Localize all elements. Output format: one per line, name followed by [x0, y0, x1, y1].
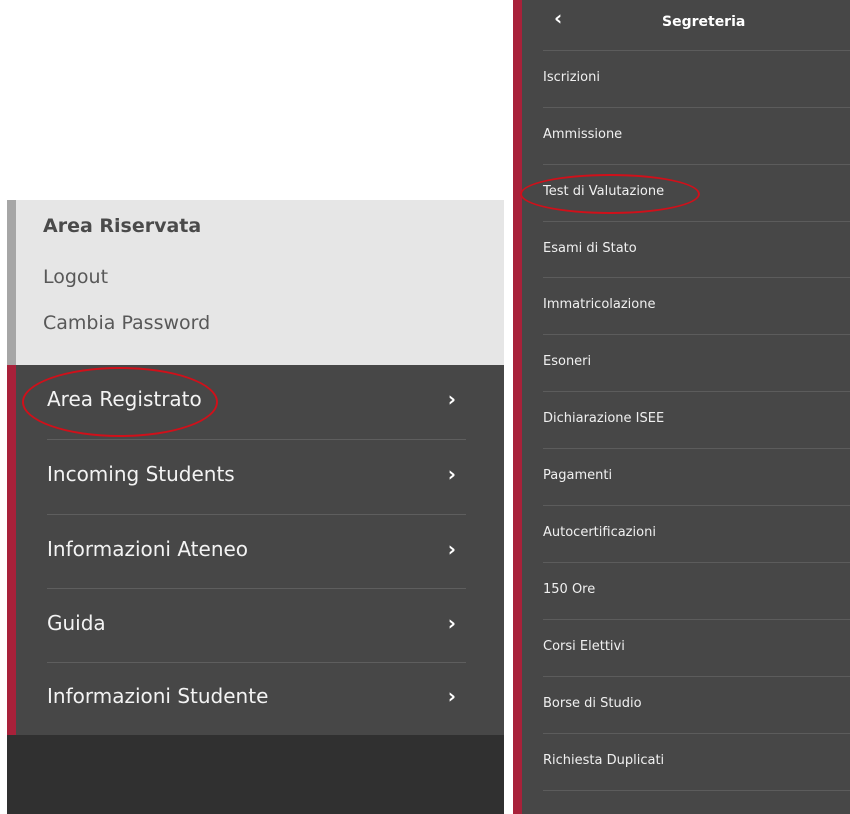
reserved-area-section: Area Riservata Logout Cambia Password [7, 200, 504, 365]
segreteria-title: Segreteria [662, 14, 746, 30]
menu-footer [7, 735, 504, 814]
change-password-link[interactable]: Cambia Password [43, 312, 210, 334]
menu-item-guida[interactable]: Guida › [47, 589, 466, 664]
submenu-item-borse-di-studio[interactable]: Borse di Studio [522, 677, 850, 734]
chevron-right-icon: › [447, 537, 456, 561]
menu-item-area-registrato[interactable]: Area Registrato › [47, 365, 466, 440]
submenu-item-esami-di-stato[interactable]: Esami di Stato [522, 222, 850, 279]
submenu-item-pagamenti[interactable]: Pagamenti [522, 449, 850, 506]
submenu-item-label: Ammissione [543, 127, 623, 142]
menu-item-label: Area Registrato [47, 387, 202, 411]
submenu-item-label: Borse di Studio [543, 696, 642, 711]
submenu-item-test-di-valutazione[interactable]: Test di Valutazione [522, 165, 850, 222]
submenu-item-corsi-elettivi[interactable]: Corsi Elettivi [522, 620, 850, 677]
menu-item-label: Guida [47, 611, 106, 635]
menu-item-label: Informazioni Ateneo [47, 537, 249, 561]
submenu-item-label: Immatricolazione [543, 297, 656, 312]
submenu-item-richiesta-duplicati[interactable]: Richiesta Duplicati [522, 734, 850, 791]
submenu-item-label: Pagamenti [543, 468, 613, 483]
segreteria-header: ‹ Segreteria [522, 0, 850, 50]
submenu-item-label: Richiesta Duplicati [543, 753, 665, 768]
menu-item-informazioni-studente[interactable]: Informazioni Studente › [47, 662, 466, 737]
submenu-item-autocertificazioni[interactable]: Autocertificazioni [522, 506, 850, 563]
logout-link[interactable]: Logout [43, 266, 108, 288]
chevron-right-icon: › [447, 462, 456, 486]
reserved-area-title: Area Riservata [43, 215, 202, 237]
submenu-item-150-ore[interactable]: 150 Ore [522, 563, 850, 620]
back-chevron-icon[interactable]: ‹ [554, 6, 562, 30]
segreteria-panel: ‹ Segreteria Iscrizioni Ammissione Test … [513, 0, 850, 814]
main-menu-panel: Area Riservata Logout Cambia Password Ar… [7, 200, 504, 814]
menu-item-incoming-students[interactable]: Incoming Students › [47, 440, 466, 515]
main-menu: Area Registrato › Incoming Students › In… [7, 365, 504, 735]
submenu-item-label: Autocertificazioni [543, 525, 656, 540]
menu-item-informazioni-ateneo[interactable]: Informazioni Ateneo › [47, 515, 466, 590]
submenu-item-label: Test di Valutazione [543, 184, 665, 199]
menu-item-label: Incoming Students [47, 462, 235, 486]
submenu-item-label: Iscrizioni [543, 70, 600, 85]
menu-divider [543, 790, 850, 791]
chevron-right-icon: › [447, 611, 456, 635]
submenu-item-label: Corsi Elettivi [543, 639, 625, 654]
submenu-item-iscrizioni[interactable]: Iscrizioni [522, 51, 850, 108]
submenu-item-label: 150 Ore [543, 582, 596, 597]
submenu-item-dichiarazione-isee[interactable]: Dichiarazione ISEE [522, 392, 850, 449]
chevron-right-icon: › [447, 387, 456, 411]
submenu-item-immatricolazione[interactable]: Immatricolazione [522, 278, 850, 335]
menu-item-label: Informazioni Studente [47, 684, 269, 708]
submenu-item-label: Esoneri [543, 354, 592, 369]
submenu-item-ammissione[interactable]: Ammissione [522, 108, 850, 165]
chevron-right-icon: › [447, 684, 456, 708]
submenu-item-label: Dichiarazione ISEE [543, 411, 665, 426]
submenu-item-label: Esami di Stato [543, 241, 637, 256]
submenu-item-esoneri[interactable]: Esoneri [522, 335, 850, 392]
